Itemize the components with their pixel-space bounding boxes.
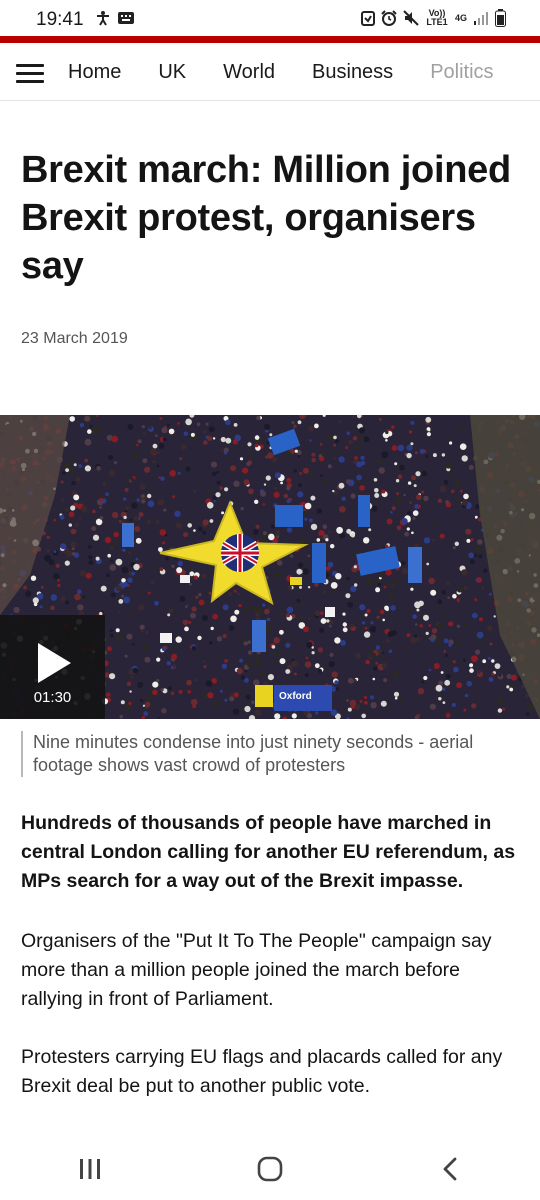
system-navigation-bar [0, 1137, 540, 1200]
nav-link-world[interactable]: World [223, 61, 275, 84]
mute-icon [403, 10, 419, 26]
video-duration: 01:30 [33, 689, 72, 706]
video-player[interactable]: Oxford 01:30 [0, 415, 540, 719]
status-left-icons [95, 10, 135, 31]
recent-apps-icon[interactable] [60, 1149, 120, 1189]
article-headline: Brexit march: Million joined Brexit prot… [21, 149, 511, 287]
placard-text: Oxford [279, 691, 312, 702]
clock-icon [381, 10, 397, 26]
alarm-icon [360, 10, 375, 26]
play-icon [38, 643, 71, 683]
nav-link-uk[interactable]: UK [158, 61, 186, 84]
network-4g-indicator: 4G [454, 12, 467, 23]
volte-indicator: Vo)) LTE1 [426, 8, 448, 27]
article-paragraph-2: Protesters carrying EU flags and placard… [21, 1046, 503, 1097]
accessibility-icon [95, 10, 111, 31]
article-date: 23 March 2019 [21, 330, 128, 347]
top-navigation: Home UK World Business Politics [0, 43, 540, 101]
signal-icon [473, 10, 489, 26]
battery-icon [495, 9, 506, 27]
nav-link-politics[interactable]: Politics [430, 61, 493, 84]
article-intro: Hundreds of thousands of people have mar… [21, 812, 516, 892]
play-button[interactable]: 01:30 [0, 615, 105, 719]
status-right-icons: Vo)) LTE1 4G [360, 8, 506, 27]
article-paragraph-1: Organisers of the "Put It To The People"… [21, 930, 492, 1010]
keyboard-icon [117, 10, 135, 31]
home-icon[interactable] [240, 1149, 300, 1189]
nav-links: Home UK World Business Politics [68, 61, 531, 84]
status-bar: 19:41 Vo)) LTE1 4G [0, 0, 540, 36]
hamburger-menu-icon[interactable] [16, 64, 44, 83]
nav-link-home[interactable]: Home [68, 61, 121, 84]
nav-link-business[interactable]: Business [312, 61, 393, 84]
status-time: 19:41 [36, 9, 84, 30]
video-caption: Nine minutes condense into just ninety s… [21, 731, 521, 777]
back-icon[interactable] [420, 1149, 480, 1189]
brand-accent-bar [0, 36, 540, 43]
